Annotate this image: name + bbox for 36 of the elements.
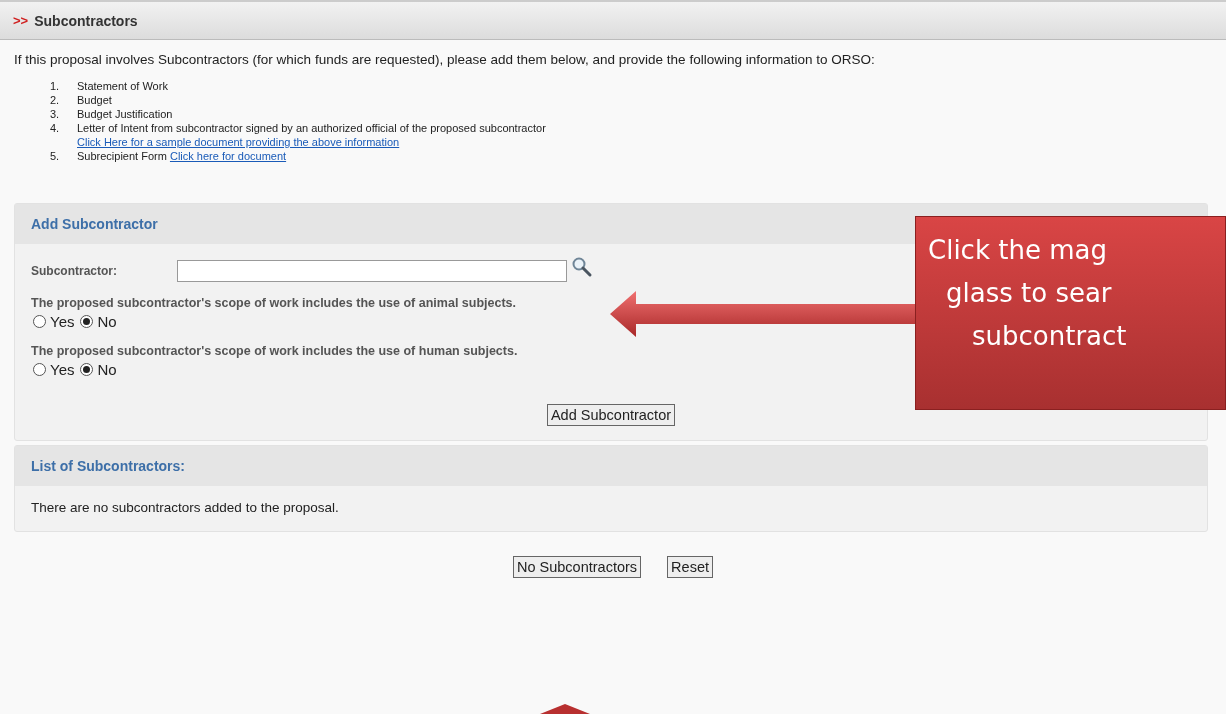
form-button[interactable]: No Subcontractors <box>513 556 642 578</box>
field-label: Subcontractor: <box>31 264 118 278</box>
requirement-text: Subrecipient Form <box>77 150 167 162</box>
list-number: 4. <box>50 121 61 136</box>
section-title: Subcontractors <box>34 12 138 29</box>
subcontractor-field[interactable] <box>177 260 567 282</box>
radio-label: No <box>97 313 117 330</box>
requirement-text: Budget <box>77 93 112 107</box>
empty-message: There are no subcontractors added to the proposal. <box>30 499 340 517</box>
list-number: 5. <box>50 149 61 163</box>
requirement-text: Statement of Work <box>77 79 168 93</box>
arrow-tip-icon <box>540 704 590 714</box>
question-text: The proposed subcontractor's scope of work includes the use of animal subjects. <box>31 296 518 310</box>
callout-text: glass to sear <box>945 277 1112 310</box>
question-text: The proposed subcontractor's scope of work includes the use of human subjects. <box>31 344 519 358</box>
chevron-marker: >> <box>13 13 29 28</box>
radio-label: No <box>97 361 117 378</box>
document-link[interactable]: Click here for document <box>169 150 287 162</box>
radio-button[interactable] <box>33 315 46 328</box>
requirement-text: Budget Justification <box>77 107 173 121</box>
callout-text: subcontract <box>971 320 1127 353</box>
requirement-text: Letter of Intent from subcontractor signed by an authorized official of the proposed subcontractor <box>77 121 546 135</box>
add-subcontractor-button[interactable]: Add Subcontractor <box>546 404 676 426</box>
radio-button[interactable] <box>80 315 94 328</box>
radio-label: Yes <box>50 361 75 378</box>
list-number: 2. <box>50 93 61 107</box>
radio-button[interactable] <box>80 363 94 376</box>
intro-text: If this proposal involves Subcontractors (for which funds are requested), please add them below, and provide the following information to ORSO: <box>14 52 876 67</box>
radio-label: Yes <box>50 313 75 330</box>
form-button[interactable]: Reset <box>667 556 713 578</box>
search-icon[interactable] <box>571 256 593 278</box>
sample-document-link[interactable]: Click Here for a sample document providing the above information <box>77 136 400 148</box>
list-number: 1. <box>50 79 61 93</box>
radio-button[interactable] <box>33 363 46 376</box>
list-number: 3. <box>50 107 61 121</box>
panel-title: List of Subcontractors: <box>15 446 1207 486</box>
